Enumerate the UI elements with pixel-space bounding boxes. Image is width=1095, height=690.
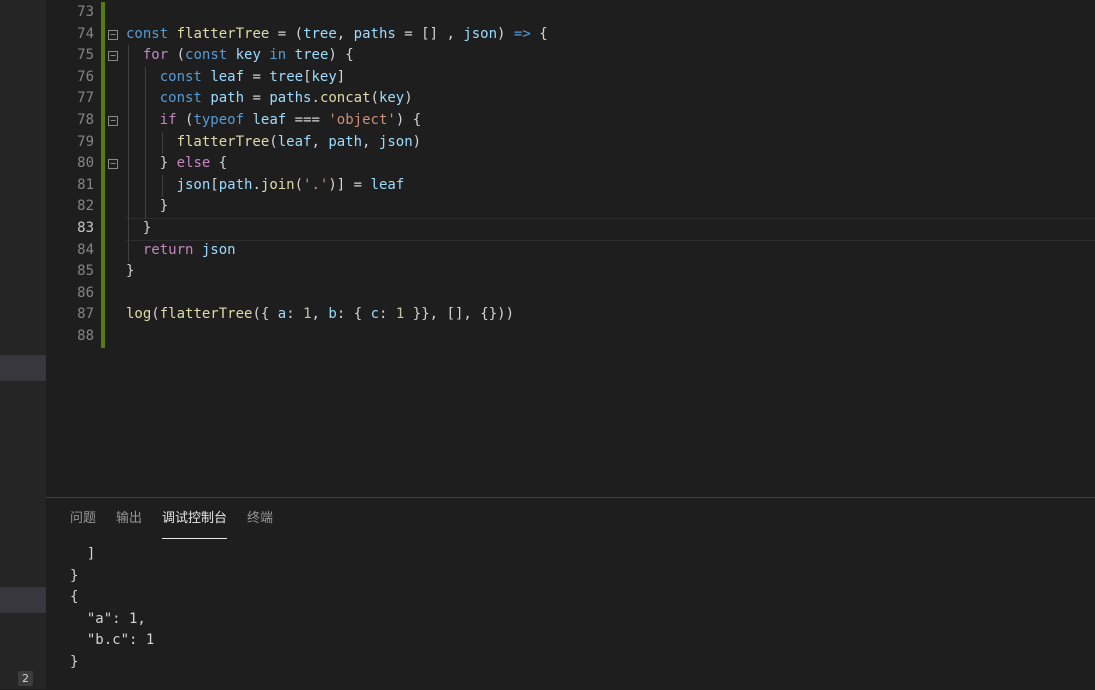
code-text: } — [126, 263, 135, 280]
line-number: 77 — [77, 90, 94, 107]
debug-console-output[interactable]: ] } { "a": 1, "b.c": 1 } — [46, 542, 1095, 690]
line-number: 87 — [77, 306, 94, 323]
console-line: "a": 1, — [70, 611, 146, 627]
code-line[interactable]: 85} — [46, 261, 1095, 283]
code-line[interactable]: 75 − for (const key in tree) { — [46, 45, 1095, 67]
code-text: if (typeof leaf === 'object') { — [159, 112, 422, 128]
code-text: const path = paths.concat(key) — [159, 90, 413, 107]
line-number: 82 — [77, 198, 94, 215]
fold-minus-icon[interactable]: − — [108, 159, 118, 170]
code-line[interactable]: 86 — [46, 283, 1095, 305]
code-text: flatterTree(leaf, path, json) — [176, 133, 422, 150]
line-number: 88 — [77, 328, 94, 344]
fold-minus-icon[interactable]: − — [108, 51, 118, 62]
console-line: ] — [70, 546, 96, 562]
line-number: 74 — [77, 25, 94, 42]
console-line: } — [70, 568, 79, 584]
line-number: 83 — [77, 220, 94, 236]
bottom-panel: 问题 输出 调试控制台 终端 ] } { "a": 1, "b.c": 1 } — [46, 497, 1095, 690]
fold-minus-icon[interactable]: − — [108, 116, 118, 126]
line-number: 79 — [77, 133, 94, 150]
activity-sidebar — [0, 0, 46, 689]
code-line[interactable]: 82 } — [46, 196, 1095, 218]
tab-output[interactable]: 输出 — [116, 498, 142, 538]
code-line[interactable]: 80 − } else { — [46, 153, 1095, 175]
code-text: json[path.join('.')] = leaf — [176, 176, 405, 193]
tab-terminal[interactable]: 终端 — [247, 498, 273, 538]
code-line[interactable]: 81 json[path.join('.')] = leaf — [46, 175, 1095, 197]
sidebar-count-badge: 2 — [18, 671, 33, 686]
line-number: 85 — [77, 263, 94, 280]
code-text: } — [159, 198, 169, 215]
line-number: 84 — [77, 241, 94, 258]
line-number: 80 — [77, 155, 94, 172]
code-text: log(flatterTree({ a: 1, b: { c: 1 }}, []… — [126, 306, 515, 323]
code-text: return json — [142, 241, 236, 258]
code-line[interactable]: 87 log(flatterTree({ a: 1, b: { c: 1 }}, … — [46, 304, 1095, 326]
line-number: 75 — [77, 47, 94, 64]
panel-tabs: 问题 输出 调试控制台 终端 — [70, 498, 273, 540]
code-text: const leaf = tree[key] — [159, 68, 346, 85]
code-text: for (const key in tree) { — [142, 47, 354, 64]
sidebar-selected-row[interactable] — [0, 355, 46, 381]
tab-debug-console[interactable]: 调试控制台 — [162, 498, 228, 539]
code-text: } else { — [159, 155, 228, 172]
code-text: } — [142, 220, 152, 236]
code-line[interactable]: 73 — [46, 2, 1095, 24]
console-line: { — [70, 589, 79, 605]
code-editor[interactable]: 73 74− const flatterTree = (tree, paths = … — [46, 0, 1095, 497]
sidebar-selected-row[interactable] — [0, 587, 46, 613]
line-number: 86 — [77, 284, 94, 301]
code-text: const flatterTree = (tree, paths = [] , … — [126, 25, 548, 42]
console-line: } — [70, 654, 79, 670]
line-number: 73 — [77, 4, 94, 20]
code-line[interactable]: 88 — [46, 326, 1095, 348]
line-number: 76 — [77, 68, 94, 85]
code-line[interactable]: 77 const path = paths.concat(key) — [46, 88, 1095, 110]
code-line[interactable]: 78 − if (typeof leaf === 'object') { — [46, 110, 1095, 132]
code-line[interactable]: 79 flatterTree(leaf, path, json) — [46, 132, 1095, 154]
line-number: 81 — [77, 176, 94, 193]
tab-problems[interactable]: 问题 — [70, 498, 96, 538]
line-number: 78 — [77, 112, 94, 128]
code-line[interactable]: 76 const leaf = tree[key] — [46, 67, 1095, 89]
fold-minus-icon[interactable]: − — [108, 29, 118, 40]
code-line[interactable]: 74 − const flatterTree = (tree, paths = []… — [46, 24, 1095, 46]
console-line: "b.c": 1 — [70, 632, 155, 648]
code-line[interactable]: 83 } — [46, 218, 1095, 240]
code-line[interactable]: 84 return json — [46, 240, 1095, 262]
